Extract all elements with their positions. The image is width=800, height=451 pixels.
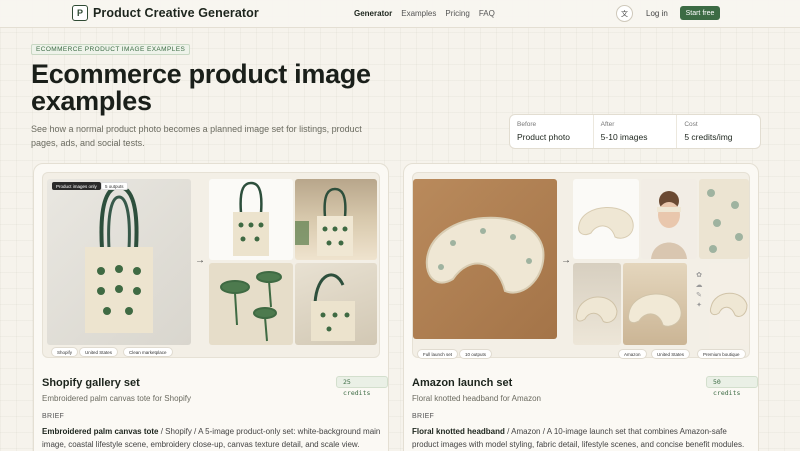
arrow-right-icon: → [195, 255, 205, 266]
page-title: Ecommerce product image examples [31, 59, 371, 116]
feature-icons-column: ✿ ☁ ✎ ✦ [691, 271, 707, 325]
brief-text: Embroidered palm canvas tote / Shopify /… [42, 425, 382, 451]
output-count-tag: 5 outputs [101, 182, 128, 190]
feather-icon: ✎ [696, 292, 702, 299]
tote-bag-illustration [85, 184, 153, 333]
arrow-right-icon: → [561, 255, 571, 266]
source-image-headband [413, 179, 557, 339]
top-nav: P Product Creative Generator Generator E… [0, 0, 800, 28]
stats-panel: Before Product photo After 5-10 images C… [509, 114, 761, 149]
stat-after: After 5-10 images [594, 115, 678, 148]
nav-link-faq[interactable]: FAQ [479, 9, 495, 18]
platform-pill: Amazon [618, 349, 647, 359]
platform-pill: Shopify [51, 347, 79, 357]
leaf-icon: ✿ [696, 272, 702, 279]
stat-label: Cost [684, 121, 698, 128]
output-image-white-bg [209, 179, 293, 260]
output-count-pill: 10 outputs [459, 349, 493, 359]
nav-links: Generator Examples Pricing FAQ [354, 9, 495, 18]
model-illustration [651, 191, 687, 259]
image-showcase: Full launch set 10 outputs Amazon United… [412, 172, 750, 359]
brand-name[interactable]: Product Creative Generator [93, 6, 259, 20]
example-card-amazon[interactable]: Full launch set 10 outputs Amazon United… [403, 163, 759, 451]
tote-bag-illustration [311, 273, 355, 341]
source-image-tote [47, 179, 191, 345]
login-link[interactable]: Log in [646, 9, 668, 18]
output-image-white-bg [573, 179, 639, 259]
style-pill: Premium boutique [697, 349, 746, 359]
region-pill: United States [79, 347, 119, 357]
output-image-texture-detail [295, 263, 377, 345]
stat-value: Product photo [517, 132, 570, 142]
headband-illustration [710, 292, 748, 318]
output-image-embroidery-closeup [209, 263, 293, 345]
output-image-benefit-module [709, 263, 749, 345]
brief-product: Floral knotted headband [412, 427, 505, 436]
headband-illustration [628, 293, 682, 327]
brief-product: Embroidered palm canvas tote [42, 427, 159, 436]
brief-label: BRIEF [412, 413, 435, 420]
output-type-tag: Product images only [52, 182, 101, 190]
output-type-pill: Full launch set [417, 349, 459, 359]
credits-badge: 25 credits [336, 376, 388, 397]
output-image-lifestyle [295, 179, 377, 260]
cloud-icon: ☁ [695, 282, 703, 289]
translate-icon[interactable]: 文 [616, 5, 633, 22]
nav-link-generator[interactable]: Generator [354, 9, 392, 18]
eyebrow-badge: ECOMMERCE PRODUCT IMAGE EXAMPLES [31, 44, 191, 55]
card-title: Amazon launch set [412, 377, 513, 389]
output-image-model [641, 179, 697, 259]
nav-link-examples[interactable]: Examples [401, 9, 436, 18]
page-subtitle: See how a normal product photo becomes a… [31, 124, 362, 148]
output-image-lifestyle-1 [573, 263, 621, 345]
headband-illustration [425, 216, 545, 294]
tote-bag-illustration [233, 181, 269, 256]
start-free-button[interactable]: Start free [680, 6, 720, 20]
stat-label: Before [517, 121, 537, 128]
headband-illustration [576, 296, 618, 324]
stat-label: After [600, 121, 615, 128]
brief-label: BRIEF [42, 413, 65, 420]
credits-badge: 50 credits [706, 376, 758, 397]
image-showcase: Product images only 5 outputs Shopify Un… [42, 172, 380, 358]
card-description: Embroidered palm canvas tote for Shopify [42, 394, 191, 403]
stat-value: 5 credits/img [684, 132, 733, 142]
card-title: Shopify gallery set [42, 377, 140, 389]
sparkle-icon: ✦ [696, 302, 702, 309]
example-card-shopify[interactable]: Product images only 5 outputs Shopify Un… [33, 163, 389, 451]
stat-before: Before Product photo [510, 115, 594, 148]
style-pill: Clean marketplace [123, 347, 173, 357]
nav-link-pricing[interactable]: Pricing [445, 9, 469, 18]
stat-value: 5-10 images [600, 132, 648, 142]
tote-bag-illustration [295, 187, 353, 256]
headband-illustration [578, 207, 634, 239]
card-description: Floral knotted headband for Amazon [412, 394, 541, 403]
stat-cost: Cost 5 credits/img [677, 115, 760, 148]
brief-text: Floral knotted headband / Amazon / A 10-… [412, 425, 752, 451]
floral-fabric-illustration [707, 189, 743, 253]
palm-embroidery-illustration [220, 271, 282, 342]
output-image-fabric-detail [699, 179, 749, 259]
logo-icon[interactable]: P [72, 5, 88, 21]
region-pill: United States [651, 349, 691, 359]
output-image-lifestyle-2 [623, 263, 687, 345]
